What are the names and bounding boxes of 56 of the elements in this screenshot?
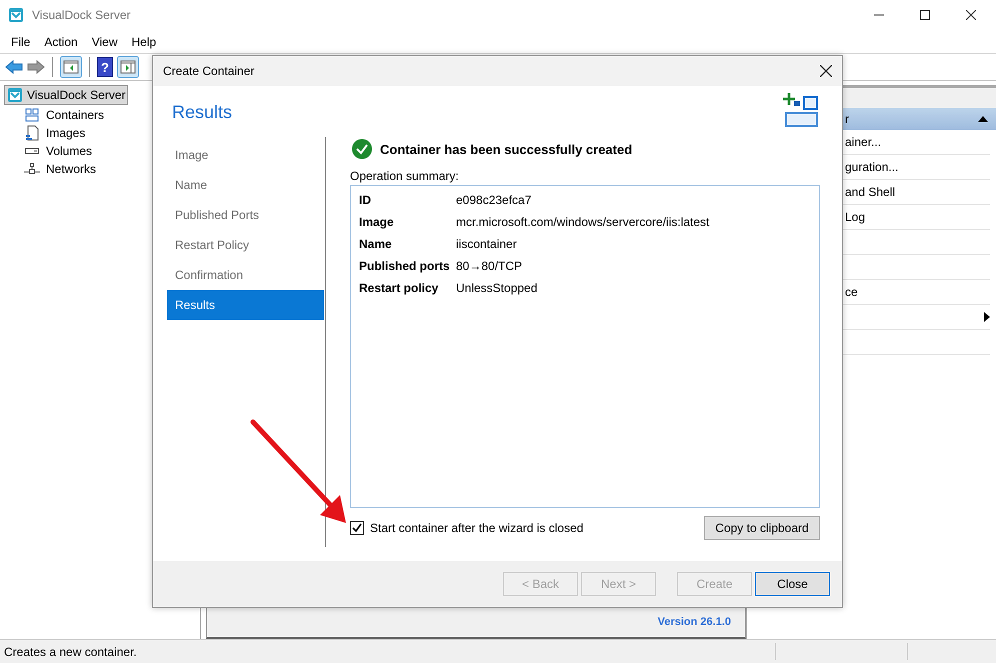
tree-item[interactable]: Images bbox=[0, 124, 200, 142]
menu-item[interactable]: Help bbox=[124, 34, 164, 48]
wizard-step[interactable]: Confirmation bbox=[167, 260, 324, 290]
wizard-step[interactable]: Restart Policy bbox=[167, 230, 324, 260]
menu-item[interactable]: Action bbox=[37, 34, 85, 48]
app-logo-icon bbox=[8, 7, 24, 23]
summary-value: e098c23efca7 bbox=[456, 193, 532, 207]
forward-arrow-icon[interactable] bbox=[27, 59, 45, 75]
tree-item[interactable]: VisualDock Server bbox=[4, 85, 128, 105]
pane-link[interactable]: guration... bbox=[845, 160, 898, 174]
action-pane-icon[interactable] bbox=[117, 56, 139, 78]
collapse-icon bbox=[978, 116, 988, 122]
app-logo-icon bbox=[7, 87, 23, 103]
drive-icon bbox=[24, 147, 40, 155]
summary-value: 80→80/TCP bbox=[456, 259, 522, 273]
show-pane-icon[interactable] bbox=[60, 56, 82, 78]
success-message: Container has been successfully created bbox=[380, 142, 632, 156]
pane-link[interactable]: and Shell bbox=[845, 185, 896, 199]
summary-key: Image bbox=[359, 215, 456, 229]
success-check-icon bbox=[352, 139, 372, 159]
checkmark-icon bbox=[352, 522, 362, 532]
summary-value: iiscontainer bbox=[456, 237, 517, 251]
close-icon[interactable] bbox=[820, 65, 832, 77]
page-heading: Results bbox=[172, 102, 232, 123]
submenu-arrow-icon[interactable] bbox=[984, 312, 990, 322]
add-container-icon bbox=[782, 93, 820, 129]
version-label: Version 26.1.0 bbox=[658, 616, 731, 628]
grid-icon bbox=[24, 108, 40, 122]
network-icon bbox=[24, 163, 40, 175]
back-arrow-icon[interactable] bbox=[5, 59, 23, 75]
wizard-step[interactable]: Published Ports bbox=[167, 200, 324, 230]
pane-link[interactable]: ainer... bbox=[845, 135, 882, 149]
menu-item[interactable]: File bbox=[4, 34, 38, 48]
summary-key: Name bbox=[359, 237, 456, 251]
maximize-icon[interactable] bbox=[920, 10, 930, 20]
summary-key: Published ports bbox=[359, 259, 456, 273]
copy-button[interactable]: Copy to clipboard bbox=[704, 516, 820, 540]
summary-value: UnlessStopped bbox=[456, 281, 538, 295]
pane-link[interactable]: ce bbox=[845, 285, 858, 299]
wizard-step[interactable]: Name bbox=[167, 170, 324, 200]
summary-key: Restart policy bbox=[359, 281, 456, 295]
wizard-step[interactable]: Results bbox=[167, 290, 324, 320]
summary-key: ID bbox=[359, 193, 456, 207]
close-icon[interactable] bbox=[966, 10, 976, 20]
menu-item[interactable]: View bbox=[84, 34, 124, 48]
dialog-title: Create Container bbox=[163, 64, 254, 78]
document-icon bbox=[24, 125, 40, 141]
help-icon[interactable]: ? bbox=[97, 57, 113, 77]
status-text: Creates a new container. bbox=[4, 644, 137, 658]
summary-label: Operation summary: bbox=[350, 169, 460, 183]
checkbox[interactable] bbox=[350, 520, 364, 534]
window-title: VisualDock Server bbox=[32, 8, 130, 22]
wizard-button[interactable]: Close bbox=[755, 572, 830, 596]
summary-value: mcr.microsoft.com/windows/servercore/iis:latest bbox=[456, 215, 710, 229]
wizard-step[interactable]: Image bbox=[167, 140, 324, 170]
pane-link[interactable]: Log bbox=[845, 210, 866, 224]
